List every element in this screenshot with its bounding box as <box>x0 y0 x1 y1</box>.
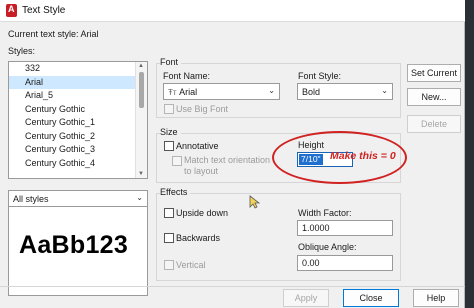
title-bar: Text Style <box>0 0 465 22</box>
font-group-title: Font <box>160 57 182 67</box>
list-item[interactable]: Century Gothic_1 <box>9 116 147 130</box>
upside-down-checkbox[interactable] <box>164 208 174 218</box>
list-item[interactable]: Century Gothic_4 <box>9 157 147 171</box>
new-button[interactable]: New... <box>407 88 461 106</box>
effects-group-title: Effects <box>160 187 191 197</box>
list-item[interactable]: Arial_5 <box>9 89 147 103</box>
annotation-text: Make this = 0 <box>330 150 396 162</box>
chevron-down-icon: ⌄ <box>381 86 388 95</box>
backwards-checkbox[interactable] <box>164 233 174 243</box>
chevron-down-icon: ⌄ <box>268 86 275 95</box>
annotative-label: Annotative <box>176 141 219 151</box>
list-item[interactable]: 332 <box>9 62 147 76</box>
list-item[interactable]: Century Gothic <box>9 103 147 117</box>
use-big-font-checkbox[interactable] <box>164 104 174 114</box>
set-current-button[interactable]: Set Current <box>407 64 461 82</box>
font-name-select[interactable]: Ŧт Arial ⌄ <box>163 83 280 100</box>
list-item[interactable]: Century Gothic_2 <box>9 130 147 144</box>
use-big-font-label: Use Big Font <box>176 104 229 114</box>
scroll-up-icon[interactable]: ▲ <box>138 63 144 69</box>
truetype-font-icon: Ŧт <box>168 88 177 97</box>
size-group-title: Size <box>160 127 181 137</box>
current-style-label: Current text style: Arial <box>8 29 99 39</box>
styles-scrollbar[interactable]: ▲ ▼ <box>135 62 147 178</box>
styles-list[interactable]: 332 Arial Arial_5 Century Gothic Century… <box>8 61 148 179</box>
apply-button[interactable]: Apply <box>283 289 329 307</box>
upside-down-label: Upside down <box>176 208 229 218</box>
autocad-logo-icon <box>6 4 17 17</box>
font-style-select[interactable]: Bold ⌄ <box>297 83 393 100</box>
font-name-label: Font Name: <box>163 71 211 81</box>
oblique-angle-label: Oblique Angle: <box>298 242 357 252</box>
footer-divider <box>0 286 465 287</box>
list-item-selected[interactable]: Arial <box>9 75 147 89</box>
text-style-dialog: Text Style Current text style: Arial Sty… <box>0 0 465 308</box>
vertical-checkbox[interactable] <box>164 260 174 270</box>
current-style-value: Arial <box>80 29 99 39</box>
styles-filter-select[interactable]: All styles ⌄ <box>8 190 148 207</box>
preview-box: AaBb123 <box>8 206 148 296</box>
font-style-label: Font Style: <box>298 71 342 81</box>
match-orientation-label: Match text orientation to layout <box>184 155 271 176</box>
background-edge <box>465 0 474 308</box>
match-orientation-checkbox[interactable] <box>172 156 182 166</box>
width-factor-label: Width Factor: <box>298 208 352 218</box>
backwards-label: Backwards <box>176 233 221 243</box>
scrollbar-thumb[interactable] <box>139 72 144 108</box>
annotative-checkbox[interactable] <box>164 141 174 151</box>
oblique-angle-input[interactable]: 0.00 <box>297 255 393 271</box>
close-button[interactable]: Close <box>343 289 399 307</box>
window-title: Text Style <box>22 5 66 16</box>
preview-text: AaBb123 <box>19 231 129 259</box>
styles-label: Styles: <box>8 46 36 56</box>
chevron-down-icon: ⌄ <box>136 193 143 202</box>
list-item[interactable]: Century Gothic_3 <box>9 143 147 157</box>
scroll-down-icon[interactable]: ▼ <box>138 171 144 177</box>
vertical-label: Vertical <box>176 260 206 270</box>
width-factor-input[interactable]: 1.0000 <box>297 220 393 236</box>
delete-button[interactable]: Delete <box>407 115 461 133</box>
help-button[interactable]: Help <box>413 289 459 307</box>
